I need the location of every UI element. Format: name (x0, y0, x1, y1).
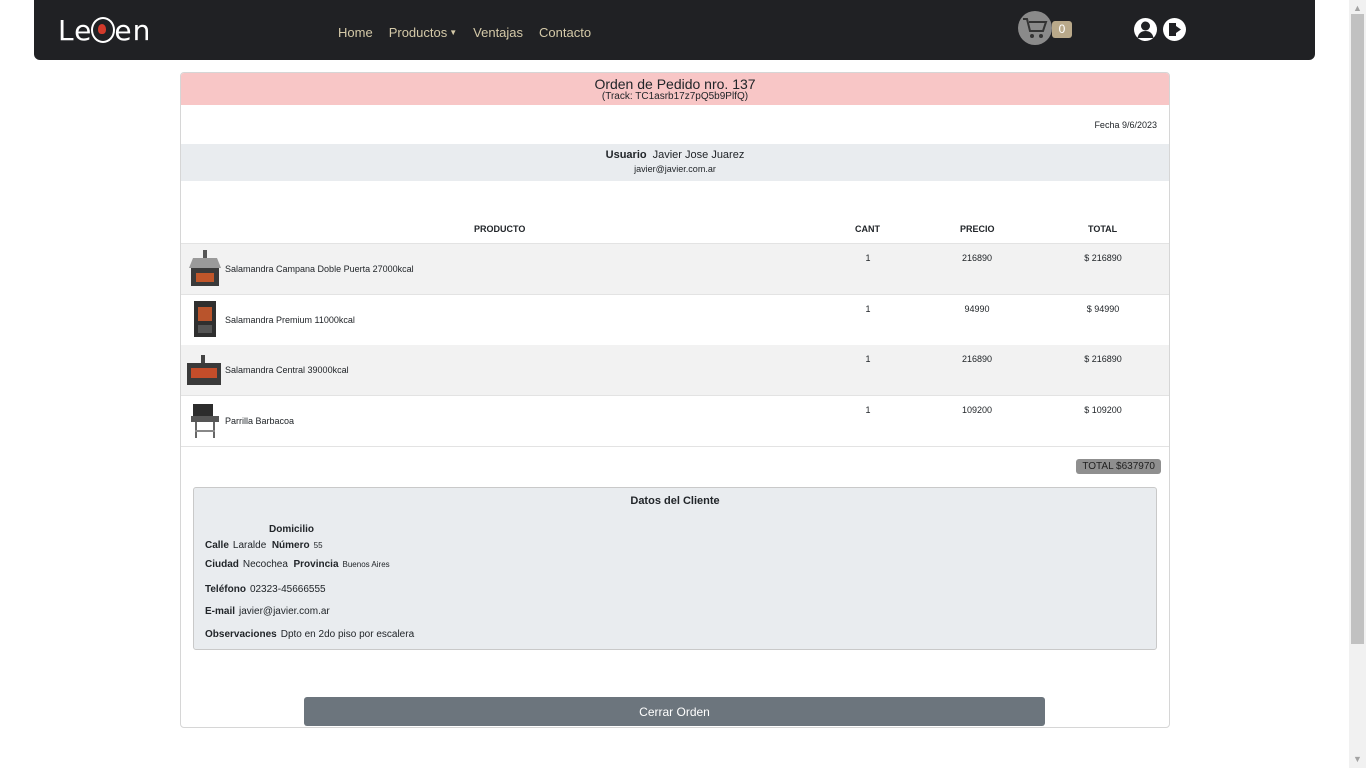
cart-icon[interactable] (1018, 11, 1052, 45)
nav-productos[interactable]: Productos ▼ (389, 25, 457, 40)
order-date: Fecha 9/6/2023 (1094, 120, 1157, 130)
client-title: Datos del Cliente (630, 495, 720, 507)
product-qty: 1 (865, 253, 871, 263)
scroll-down-icon[interactable]: ▼ (1349, 751, 1366, 768)
product-qty: 1 (865, 405, 871, 415)
user-band: Usuario Javier Jose Juarez javier@javier.… (181, 144, 1169, 181)
th-price: PRECIO (960, 224, 995, 234)
email-line: E-mail javier@javier.com.ar (205, 606, 330, 617)
ciudad-label: Ciudad (205, 559, 239, 570)
th-total: TOTAL (1088, 224, 1118, 234)
cart-count-badge: 0 (1052, 21, 1072, 38)
table-row: Salamandra Central 39000kcal 1 216890 $ … (181, 345, 1169, 396)
ciudad-value: Necochea (242, 559, 288, 570)
provincia-value: Buenos Aires (342, 560, 390, 569)
order-card: Orden de Pedido nro. 137 (Track: TC1asrb… (180, 72, 1170, 728)
user-email: javier@javier.com.ar (634, 164, 716, 174)
nav-home[interactable]: Home (338, 25, 373, 40)
numero-value: 55 (313, 541, 323, 550)
product-price: 216890 (961, 354, 993, 364)
calle-label: Calle (205, 540, 229, 551)
table-row: Parrilla Barbacoa 1 109200 $ 109200 (181, 396, 1169, 447)
user-icon[interactable] (1134, 18, 1157, 41)
obs-value: Dpto en 2do piso por escalera (280, 629, 415, 640)
product-qty: 1 (865, 304, 871, 314)
product-name: Salamandra Central 39000kcal (225, 365, 349, 375)
product-price: 109200 (961, 405, 993, 415)
th-product: PRODUCTO (474, 224, 526, 234)
chevron-down-icon: ▼ (449, 28, 458, 37)
product-image (194, 301, 216, 337)
product-price: 94990 (964, 304, 990, 314)
telefono-value: 02323-45666555 (249, 584, 326, 595)
order-title: Orden de Pedido nro. 137 (594, 76, 756, 92)
domicilio-title: Domicilio (269, 524, 315, 535)
calle-value: Laralde (232, 540, 267, 551)
nav-contacto[interactable]: Contacto (539, 25, 591, 40)
address-line: Calle Laralde Número 55 (205, 540, 323, 551)
table-header: PRODUCTO CANT PRECIO TOTAL (181, 224, 1169, 244)
obs-line: Observaciones Dpto en 2do piso por escale… (205, 629, 414, 640)
product-total: $ 94990 (1086, 304, 1120, 314)
logout-icon[interactable] (1163, 18, 1186, 41)
navbar: Le en Home Productos ▼ Ventajas Contacto 0 (34, 0, 1315, 60)
city-line: Ciudad Necochea Provincia Buenos Aires (205, 559, 390, 570)
product-name: Salamandra Premium 11000kcal (225, 315, 355, 325)
flame-icon (91, 17, 116, 43)
table-row: Salamandra Campana Doble Puerta 27000kca… (181, 244, 1169, 295)
product-image (191, 404, 219, 438)
user-name: Javier Jose Juarez (652, 149, 745, 161)
scroll-thumb[interactable] (1351, 14, 1364, 644)
product-qty: 1 (865, 354, 871, 364)
order-header: Orden de Pedido nro. 137 (Track: TC1asrb… (181, 73, 1169, 105)
email-label: E-mail (205, 606, 236, 617)
product-price: 216890 (961, 253, 993, 263)
close-order-button[interactable]: Cerrar Orden (304, 697, 1045, 726)
th-qty: CANT (855, 224, 880, 234)
product-image (187, 355, 221, 385)
email-value: javier@javier.com.ar (239, 606, 330, 617)
phone-line: Teléfono 02323-45666555 (205, 584, 326, 595)
product-name: Salamandra Campana Doble Puerta 27000kca… (225, 264, 414, 274)
grand-total-badge: TOTAL $637970 (1076, 459, 1161, 474)
numero-label: Número (271, 540, 310, 551)
provincia-label: Provincia (293, 559, 339, 570)
order-track: (Track: TC1asrb17z7pQ5b9PlfQ) (601, 91, 749, 102)
nav-productos-label: Productos (388, 25, 448, 40)
table-row: Salamandra Premium 11000kcal 1 94990 $ 9… (181, 295, 1169, 346)
scrollbar[interactable]: ▲ ▼ (1349, 0, 1366, 768)
product-total: $ 109200 (1084, 405, 1122, 415)
product-total: $ 216890 (1084, 354, 1122, 364)
telefono-label: Teléfono (205, 584, 246, 595)
obs-label: Observaciones (205, 629, 277, 640)
nav-ventajas[interactable]: Ventajas (473, 25, 523, 40)
product-total: $ 216890 (1084, 253, 1122, 263)
client-data-panel: Datos del Cliente Domicilio Calle Laralde… (193, 487, 1157, 650)
user-label: Usuario (605, 149, 647, 161)
brand-logo[interactable]: Le en (58, 14, 151, 47)
product-name: Parrilla Barbacoa (225, 416, 295, 426)
nav-links: Home Productos ▼ Ventajas Contacto (338, 25, 591, 40)
product-image (189, 250, 221, 286)
